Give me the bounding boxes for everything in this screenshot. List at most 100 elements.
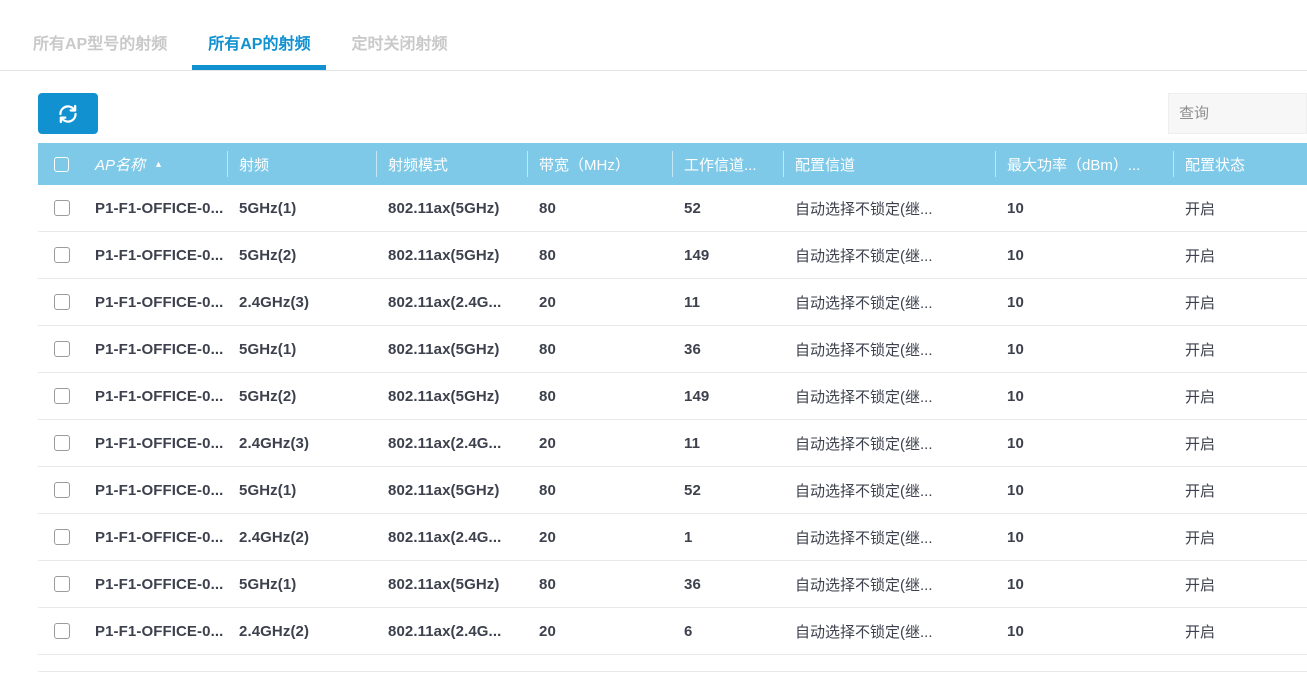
cell-ap-name: P1-F1-OFFICE-0... — [95, 575, 224, 593]
cell-working-channel: 6 — [684, 622, 693, 640]
header-checkbox-cell — [38, 143, 85, 185]
cell-working-channel: 52 — [684, 199, 701, 217]
table-row: P1-F1-OFFICE-0... 2.4GHz(3) 802.11ax(2.4G.… — [38, 420, 1307, 467]
column-header-max-power[interactable]: 最大功率（dBm）... — [995, 143, 1173, 185]
cell-radio-mode: 802.11ax(5GHz) — [388, 575, 500, 593]
cell-working-channel: 1 — [684, 528, 693, 546]
column-header-radio[interactable]: 射频 — [227, 143, 376, 185]
row-checkbox-cell — [38, 341, 85, 357]
cell-working-channel: 36 — [684, 575, 701, 593]
table-row: P1-F1-OFFICE-0... 5GHz(1) 802.11ax(5GHz) 80… — [38, 561, 1307, 608]
cell-max-power: 10 — [1007, 293, 1024, 311]
cell-config-channel: 自动选择不锁定(继... — [795, 435, 933, 453]
row-checkbox-cell — [38, 482, 85, 498]
cell-config-status: 开启 — [1185, 388, 1216, 406]
cell-bandwidth: 20 — [539, 622, 556, 640]
column-header-ap-name[interactable]: AP名称 ▲ — [85, 143, 227, 185]
tab-all-ap-model-radios[interactable]: 所有AP型号的射频 — [17, 30, 183, 70]
table-row: P1-F1-OFFICE-0... 2.4GHz(2) 802.11ax(2.4G.… — [38, 514, 1307, 561]
row-checkbox-cell — [38, 623, 85, 639]
row-checkbox[interactable] — [53, 576, 70, 592]
cell-bandwidth: 20 — [539, 434, 556, 452]
search-input[interactable] — [1168, 93, 1307, 134]
row-checkbox[interactable] — [53, 341, 70, 357]
cell-config-status: 开启 — [1185, 623, 1216, 641]
column-header-working-channel[interactable]: 工作信道... — [672, 143, 783, 185]
table-footer-strip — [38, 655, 1307, 672]
tab-all-ap-radios[interactable]: 所有AP的射频 — [192, 30, 327, 70]
cell-max-power: 10 — [1007, 434, 1024, 452]
cell-config-status: 开启 — [1185, 200, 1216, 218]
cell-radio: 5GHz(1) — [239, 575, 297, 593]
cell-radio-mode: 802.11ax(2.4G... — [388, 434, 502, 452]
row-checkbox-cell — [38, 294, 85, 310]
cell-config-status: 开启 — [1185, 294, 1216, 312]
cell-working-channel: 36 — [684, 340, 701, 358]
refresh-button[interactable] — [38, 93, 98, 134]
cell-config-status: 开启 — [1185, 576, 1216, 594]
row-checkbox[interactable] — [53, 529, 70, 545]
cell-radio-mode: 802.11ax(5GHz) — [388, 199, 500, 217]
cell-config-channel: 自动选择不锁定(继... — [795, 576, 933, 594]
column-header-radio-mode[interactable]: 射频模式 — [376, 143, 527, 185]
cell-working-channel: 149 — [684, 387, 710, 405]
row-checkbox-cell — [38, 247, 85, 263]
cell-config-status: 开启 — [1185, 482, 1216, 500]
cell-config-status: 开启 — [1185, 435, 1216, 453]
toolbar — [0, 93, 1307, 134]
tab-scheduled-radio-off[interactable]: 定时关闭射频 — [335, 30, 463, 70]
row-checkbox-cell — [38, 200, 85, 216]
cell-bandwidth: 80 — [539, 246, 556, 264]
row-checkbox[interactable] — [53, 388, 70, 404]
cell-radio-mode: 802.11ax(2.4G... — [388, 293, 502, 311]
table-row: P1-F1-OFFICE-0... 5GHz(2) 802.11ax(5GHz) 80… — [38, 373, 1307, 420]
cell-radio: 2.4GHz(2) — [239, 528, 310, 546]
cell-bandwidth: 80 — [539, 340, 556, 358]
cell-bandwidth: 80 — [539, 575, 556, 593]
column-header-config-channel[interactable]: 配置信道 — [783, 143, 995, 185]
row-checkbox[interactable] — [53, 435, 70, 451]
cell-config-status: 开启 — [1185, 529, 1216, 547]
row-checkbox[interactable] — [53, 247, 70, 263]
row-checkbox-cell — [38, 435, 85, 451]
row-checkbox-cell — [38, 576, 85, 592]
cell-radio: 2.4GHz(2) — [239, 622, 310, 640]
refresh-icon — [55, 101, 81, 127]
cell-max-power: 10 — [1007, 340, 1024, 358]
cell-bandwidth: 20 — [539, 293, 556, 311]
table-header-row: AP名称 ▲ 射频 射频模式 带宽（MHz） 工作信道... 配置信道 最大功率… — [38, 143, 1307, 185]
cell-radio-mode: 802.11ax(5GHz) — [388, 246, 500, 264]
cell-ap-name: P1-F1-OFFICE-0... — [95, 340, 224, 358]
cell-radio: 2.4GHz(3) — [239, 293, 310, 311]
select-all-checkbox[interactable] — [54, 156, 69, 172]
cell-config-channel: 自动选择不锁定(继... — [795, 294, 933, 312]
tab-bar: 所有AP型号的射频 所有AP的射频 定时关闭射频 — [0, 30, 1307, 71]
cell-radio-mode: 802.11ax(2.4G... — [388, 528, 502, 546]
cell-ap-name: P1-F1-OFFICE-0... — [95, 199, 224, 217]
row-checkbox[interactable] — [53, 482, 70, 498]
column-header-bandwidth[interactable]: 带宽（MHz） — [527, 143, 672, 185]
cell-radio: 5GHz(2) — [239, 387, 297, 405]
row-checkbox-cell — [38, 529, 85, 545]
cell-radio: 5GHz(1) — [239, 481, 297, 499]
cell-ap-name: P1-F1-OFFICE-0... — [95, 293, 224, 311]
row-checkbox[interactable] — [53, 200, 70, 216]
table-row: P1-F1-OFFICE-0... 5GHz(1) 802.11ax(5GHz) 80… — [38, 185, 1307, 232]
table-body: P1-F1-OFFICE-0... 5GHz(1) 802.11ax(5GHz) 80… — [38, 185, 1307, 655]
ap-radio-table: AP名称 ▲ 射频 射频模式 带宽（MHz） 工作信道... 配置信道 最大功率… — [38, 143, 1307, 672]
cell-bandwidth: 20 — [539, 528, 556, 546]
cell-bandwidth: 80 — [539, 199, 556, 217]
cell-bandwidth: 80 — [539, 481, 556, 499]
row-checkbox[interactable] — [53, 294, 70, 310]
cell-radio: 2.4GHz(3) — [239, 434, 310, 452]
cell-max-power: 10 — [1007, 199, 1024, 217]
column-header-config-status[interactable]: 配置状态 — [1173, 143, 1307, 185]
cell-max-power: 10 — [1007, 246, 1024, 264]
cell-max-power: 10 — [1007, 481, 1024, 499]
cell-working-channel: 52 — [684, 481, 701, 499]
cell-config-channel: 自动选择不锁定(继... — [795, 529, 933, 547]
cell-bandwidth: 80 — [539, 387, 556, 405]
cell-config-status: 开启 — [1185, 247, 1216, 265]
row-checkbox[interactable] — [53, 623, 70, 639]
cell-radio-mode: 802.11ax(2.4G... — [388, 622, 502, 640]
